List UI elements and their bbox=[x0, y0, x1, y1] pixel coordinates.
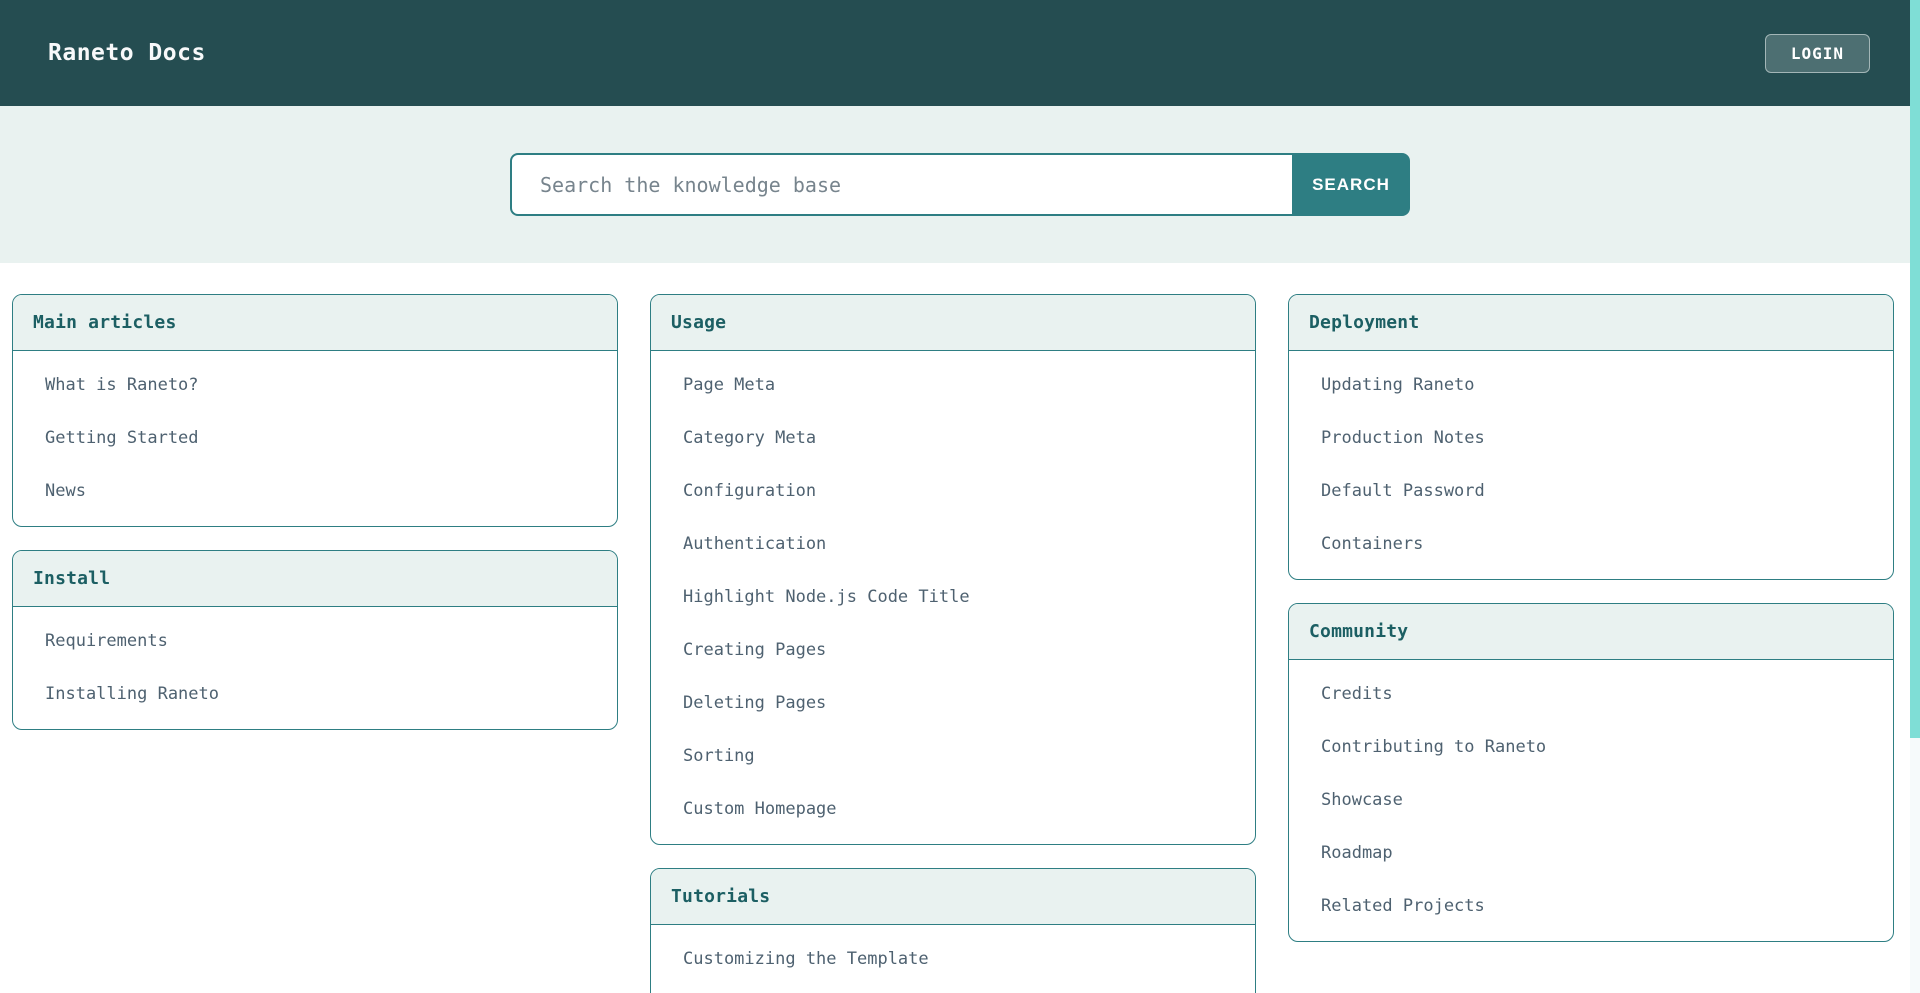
category-card-community: Community CreditsContributing to RanetoSh… bbox=[1288, 603, 1894, 942]
article-link-containers[interactable]: Containers bbox=[1289, 518, 1893, 571]
article-list-item: Credits bbox=[1289, 668, 1893, 721]
article-list-item: Getting Started bbox=[13, 412, 617, 465]
article-list-item: Installing Raneto bbox=[13, 668, 617, 721]
article-link-showcase[interactable]: Showcase bbox=[1289, 774, 1893, 827]
article-link-credits[interactable]: Credits bbox=[1289, 668, 1893, 721]
category-card-header: Tutorials bbox=[651, 869, 1255, 925]
article-link-page-meta[interactable]: Page Meta bbox=[651, 359, 1255, 412]
content-column: Deployment Updating RanetoProduction Note… bbox=[1288, 294, 1894, 942]
article-list: Page MetaCategory MetaConfigurationAuthe… bbox=[651, 351, 1255, 844]
article-link-roadmap[interactable]: Roadmap bbox=[1289, 827, 1893, 880]
article-link-news[interactable]: News bbox=[13, 465, 617, 518]
article-link-getting-started[interactable]: Getting Started bbox=[13, 412, 617, 465]
article-list-item: Default Password bbox=[1289, 465, 1893, 518]
article-list-item: Configuration bbox=[651, 465, 1255, 518]
search-section: SEARCH bbox=[0, 106, 1920, 263]
article-link-highlight-node-js-code-title[interactable]: Highlight Node.js Code Title bbox=[651, 571, 1255, 624]
article-link-requirements[interactable]: Requirements bbox=[13, 615, 617, 668]
article-list-item: Highlight Node.js Code Title bbox=[651, 571, 1255, 624]
article-link-updating-raneto[interactable]: Updating Raneto bbox=[1289, 359, 1893, 412]
article-link-production-notes[interactable]: Production Notes bbox=[1289, 412, 1893, 465]
category-title: Deployment bbox=[1309, 309, 1873, 336]
article-link-configuration[interactable]: Configuration bbox=[651, 465, 1255, 518]
page-scrollbar-thumb[interactable] bbox=[1910, 0, 1920, 738]
article-list-item: Updating Raneto bbox=[1289, 359, 1893, 412]
category-title: Tutorials bbox=[671, 883, 1235, 910]
article-list: Updating RanetoProduction NotesDefault P… bbox=[1289, 351, 1893, 579]
login-button[interactable]: LOGIN bbox=[1765, 34, 1870, 73]
article-list-item: Authentication bbox=[651, 518, 1255, 571]
article-list-item: Production Notes bbox=[1289, 412, 1893, 465]
article-list-item: Sorting bbox=[651, 730, 1255, 783]
article-link-authentication[interactable]: Authentication bbox=[651, 518, 1255, 571]
category-card-install: Install RequirementsInstalling Raneto bbox=[12, 550, 618, 730]
category-card-header: Main articles bbox=[13, 295, 617, 351]
app-header: Raneto Docs LOGIN bbox=[0, 0, 1920, 106]
category-title: Main articles bbox=[33, 309, 597, 336]
article-link-contributing-to-raneto[interactable]: Contributing to Raneto bbox=[1289, 721, 1893, 774]
category-title: Community bbox=[1309, 618, 1873, 645]
article-list: What is Raneto?Getting StartedNews bbox=[13, 351, 617, 526]
search-button[interactable]: SEARCH bbox=[1292, 153, 1410, 216]
article-list-item: Related Projects bbox=[1289, 880, 1893, 933]
article-list-item: Showcase bbox=[1289, 774, 1893, 827]
article-list-item: Contributing to Raneto bbox=[1289, 721, 1893, 774]
search-input[interactable] bbox=[510, 153, 1292, 216]
category-card-header: Usage bbox=[651, 295, 1255, 351]
category-card-tutorials: Tutorials Customizing the Template bbox=[650, 868, 1256, 993]
page-scrollbar[interactable] bbox=[1910, 0, 1920, 993]
article-link-deleting-pages[interactable]: Deleting Pages bbox=[651, 677, 1255, 730]
category-title: Usage bbox=[671, 309, 1235, 336]
article-link-installing-raneto[interactable]: Installing Raneto bbox=[13, 668, 617, 721]
brand-title: Raneto Docs bbox=[48, 40, 206, 66]
article-list-item: Category Meta bbox=[651, 412, 1255, 465]
content-column: Usage Page MetaCategory MetaConfiguration… bbox=[650, 294, 1256, 993]
content-column: Main articles What is Raneto?Getting Star… bbox=[12, 294, 618, 730]
category-card-usage: Usage Page MetaCategory MetaConfiguration… bbox=[650, 294, 1256, 845]
article-list-item: Customizing the Template bbox=[651, 933, 1255, 986]
search-group: SEARCH bbox=[510, 153, 1410, 216]
article-list-item: Page Meta bbox=[651, 359, 1255, 412]
article-list-item: Deleting Pages bbox=[651, 677, 1255, 730]
article-link-sorting[interactable]: Sorting bbox=[651, 730, 1255, 783]
article-list: RequirementsInstalling Raneto bbox=[13, 607, 617, 729]
category-card-header: Deployment bbox=[1289, 295, 1893, 351]
article-link-related-projects[interactable]: Related Projects bbox=[1289, 880, 1893, 933]
category-card-deployment: Deployment Updating RanetoProduction Note… bbox=[1288, 294, 1894, 580]
article-list-item: Containers bbox=[1289, 518, 1893, 571]
category-card-header: Community bbox=[1289, 604, 1893, 660]
category-card-header: Install bbox=[13, 551, 617, 607]
article-list: Customizing the Template bbox=[651, 925, 1255, 993]
article-list: CreditsContributing to RanetoShowcaseRoa… bbox=[1289, 660, 1893, 941]
article-link-customizing-the-template[interactable]: Customizing the Template bbox=[651, 933, 1255, 986]
article-link-creating-pages[interactable]: Creating Pages bbox=[651, 624, 1255, 677]
article-list-item: Roadmap bbox=[1289, 827, 1893, 880]
article-list-item: Requirements bbox=[13, 615, 617, 668]
article-link-what-is-raneto[interactable]: What is Raneto? bbox=[13, 359, 617, 412]
article-list-item: Creating Pages bbox=[651, 624, 1255, 677]
article-list-item: Custom Homepage bbox=[651, 783, 1255, 836]
article-list-item: What is Raneto? bbox=[13, 359, 617, 412]
content-grid: Main articles What is Raneto?Getting Star… bbox=[0, 263, 1920, 993]
article-link-custom-homepage[interactable]: Custom Homepage bbox=[651, 783, 1255, 836]
article-list-item: News bbox=[13, 465, 617, 518]
category-title: Install bbox=[33, 565, 597, 592]
category-card-main-articles: Main articles What is Raneto?Getting Star… bbox=[12, 294, 618, 527]
article-link-default-password[interactable]: Default Password bbox=[1289, 465, 1893, 518]
article-link-category-meta[interactable]: Category Meta bbox=[651, 412, 1255, 465]
